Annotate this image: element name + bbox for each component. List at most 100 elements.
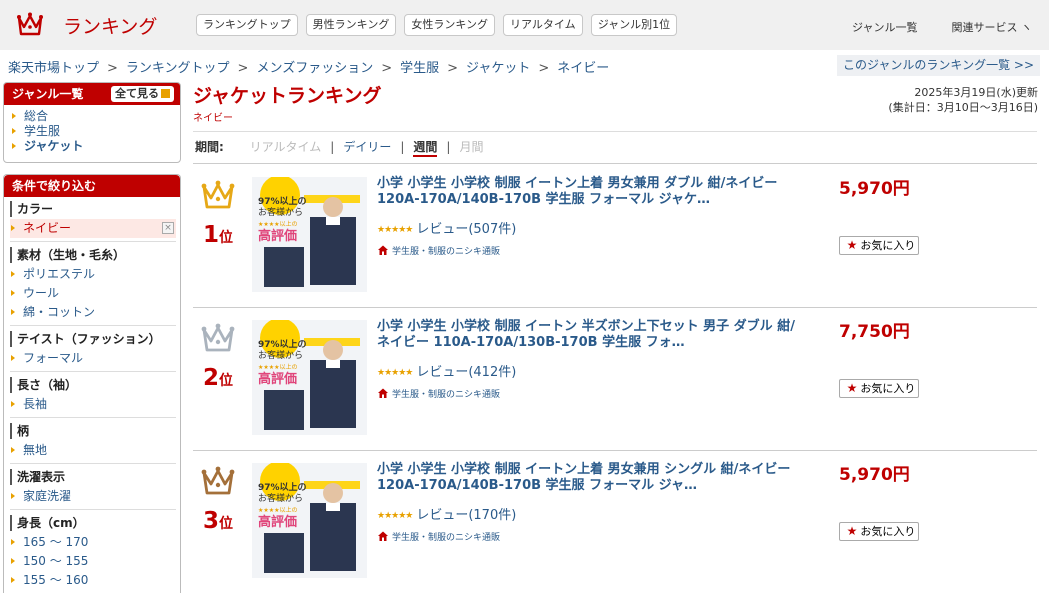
product-title-link[interactable]: 小学 小学生 小学校 制服 イートン上着 男女兼用 ダブル 紺/ネイビー 120… xyxy=(377,176,803,208)
ranking-item: 3位 97%以上の お客様から ★★★★以上の 高評価 小学 小学生 小学校 制… xyxy=(193,451,1037,593)
sidebar: ジャンル一覧 全て見る 総合 学生服 ジャケット 条件で絞り込む カラー ネイビ… xyxy=(3,82,181,593)
review-count: レビュー(507件) xyxy=(416,222,517,237)
product-image[interactable]: 97%以上の お客様から ★★★★以上の 高評価 xyxy=(252,320,367,435)
filter-group-title: テイスト（ファッション） xyxy=(10,331,176,347)
filter-label: 無地 xyxy=(23,443,48,457)
filter-item[interactable]: フォーマル xyxy=(10,349,176,368)
breadcrumb-item[interactable]: ランキングトップ xyxy=(126,61,230,76)
filter-group-title: 柄 xyxy=(10,423,176,439)
period-separator: | xyxy=(446,140,451,154)
filter-item[interactable]: 150 ～ 155 xyxy=(10,552,176,571)
star-icon: ★ xyxy=(846,381,858,395)
shop-house-icon xyxy=(378,245,388,255)
filter-item[interactable]: ポリエステル xyxy=(10,265,176,284)
badge-line: 高評価 xyxy=(258,229,298,244)
shop-name: 学生服・制服のニシキ通販 xyxy=(392,533,501,543)
rank-value: 1 xyxy=(203,222,220,248)
genre-label: ジャケット xyxy=(24,139,84,153)
genre-ranking-list-link[interactable]: このジャンルのランキング一覧 >> xyxy=(837,55,1040,76)
shop-link[interactable]: 学生服・制服のニシキ通販 xyxy=(377,530,500,543)
arrow-icon xyxy=(12,128,16,134)
genre-item[interactable]: 総合 xyxy=(12,109,180,124)
tab-women-ranking[interactable]: 女性ランキング xyxy=(404,14,496,36)
filter-label: 長袖 xyxy=(23,397,48,411)
period-realtime: リアルタイム xyxy=(249,140,322,154)
rank-number: 2位 xyxy=(203,365,233,391)
breadcrumb-separator: > xyxy=(237,61,249,76)
favorite-label: お気に入り xyxy=(860,526,916,538)
arrow-icon xyxy=(11,558,15,564)
arrow-icon xyxy=(11,401,15,407)
logo-text[interactable]: ランキング xyxy=(63,12,157,39)
favorite-button[interactable]: ★ お気に入り xyxy=(839,236,919,255)
filter-group-washing: 洗濯表示 家庭洗濯 xyxy=(10,469,176,510)
filter-label: 綿・コットン xyxy=(23,305,96,319)
filter-item[interactable]: ウール xyxy=(10,284,176,303)
filter-item[interactable]: 165 ～ 170 xyxy=(10,533,176,552)
badge-line: お客様から xyxy=(258,494,304,504)
period-separator: | xyxy=(400,140,405,154)
rank-unit: 位 xyxy=(219,230,234,246)
favorite-button[interactable]: ★ お気に入り xyxy=(839,522,919,541)
rating-stars: ★★★★★ xyxy=(377,368,413,378)
filter-group-taste: テイスト（ファッション） フォーマル xyxy=(10,331,176,372)
tab-realtime[interactable]: リアルタイム xyxy=(503,14,583,36)
breadcrumb-separator: > xyxy=(447,61,459,76)
genre-list-link[interactable]: ジャンル一覧 xyxy=(852,19,917,35)
tab-men-ranking[interactable]: 男性ランキング xyxy=(305,14,397,36)
genre-label: 学生服 xyxy=(24,124,61,138)
crown-logo-icon[interactable] xyxy=(16,10,44,38)
filter-label: 150 ～ 155 xyxy=(23,554,89,568)
arrow-icon xyxy=(12,113,16,119)
tab-genre-top[interactable]: ジャンル別1位 xyxy=(590,14,678,36)
breadcrumb-separator: > xyxy=(381,61,393,76)
breadcrumb-item[interactable]: メンズファッション xyxy=(256,61,373,76)
tab-ranking-top[interactable]: ランキングトップ xyxy=(196,14,298,36)
product-price: 5,970円 xyxy=(839,465,910,485)
breadcrumb-item[interactable]: 楽天市場トップ xyxy=(8,61,99,76)
view-all-button[interactable]: 全て見る xyxy=(111,86,174,102)
review-rating[interactable]: ★★★★★ レビュー(170件) xyxy=(377,504,516,523)
filter-box: 条件で絞り込む カラー ネイビー × 素材（生地・毛糸） ポリエステル ウール 綿… xyxy=(3,174,181,593)
rank-value: 3 xyxy=(203,508,220,534)
view-all-label: 全て見る xyxy=(115,87,159,100)
filter-item[interactable]: 無地 xyxy=(10,441,176,460)
rating-stars: ★★★★★ xyxy=(377,225,413,235)
star-icon: ★ xyxy=(846,524,858,538)
favorite-button[interactable]: ★ お気に入り xyxy=(839,379,919,398)
shop-link[interactable]: 学生服・制服のニシキ通販 xyxy=(377,387,500,400)
filter-item-selected[interactable]: ネイビー × xyxy=(10,219,176,238)
related-services-link[interactable]: 関連サービス ヽ xyxy=(952,19,1033,35)
period-daily[interactable]: デイリー xyxy=(343,140,391,154)
filter-list: カラー ネイビー × 素材（生地・毛糸） ポリエステル ウール 綿・コットン テイ… xyxy=(4,197,180,593)
review-badge: 97%以上の お客様から ★★★★以上の 高評価 xyxy=(258,197,318,244)
product-title-link[interactable]: 小学 小学生 小学校 制服 イートン上着 男女兼用 シングル 紺/ネイビー 12… xyxy=(377,462,803,494)
filter-item[interactable]: 長袖 xyxy=(10,395,176,414)
review-rating[interactable]: ★★★★★ レビュー(507件) xyxy=(377,218,516,237)
review-badge: 97%以上の お客様から ★★★★以上の 高評価 xyxy=(258,483,318,530)
product-title-link[interactable]: 小学 小学生 小学校 制服 イートン 半ズボン上下セット 男子 ダブル 紺/ネイ… xyxy=(377,319,803,351)
filter-label: 家庭洗濯 xyxy=(23,489,72,503)
genre-item[interactable]: 学生服 xyxy=(12,124,180,139)
clear-filter-icon[interactable]: × xyxy=(162,222,174,234)
badge-line: 97%以上の xyxy=(258,483,307,493)
arrow-icon xyxy=(11,309,15,315)
review-rating[interactable]: ★★★★★ レビュー(412件) xyxy=(377,361,516,380)
badge-line: 高評価 xyxy=(258,372,298,387)
filter-item[interactable]: 155 ～ 160 xyxy=(10,571,176,590)
filter-item[interactable]: 綿・コットン xyxy=(10,303,176,322)
breadcrumb-item[interactable]: 学生服 xyxy=(400,61,439,76)
product-image[interactable]: 97%以上の お客様から ★★★★以上の 高評価 xyxy=(252,177,367,292)
badge-line: 高評価 xyxy=(258,515,298,530)
filter-group-title: 素材（生地・毛糸） xyxy=(10,247,176,263)
shop-name: 学生服・制服のニシキ通販 xyxy=(392,247,501,257)
product-image[interactable]: 97%以上の お客様から ★★★★以上の 高評価 xyxy=(252,463,367,578)
breadcrumb-item[interactable]: ジャケット xyxy=(466,61,530,76)
rank-crown-icon xyxy=(201,323,235,352)
genre-item-current[interactable]: ジャケット xyxy=(12,139,180,154)
filter-item[interactable]: 家庭洗濯 xyxy=(10,487,176,506)
period-weekly-active[interactable]: 週間 xyxy=(413,140,438,157)
breadcrumb-item[interactable]: ネイビー xyxy=(557,61,609,76)
ranking-item: 2位 97%以上の お客様から ★★★★以上の 高評価 小学 小学生 小学校 制… xyxy=(193,308,1037,451)
shop-link[interactable]: 学生服・制服のニシキ通販 xyxy=(377,244,500,257)
